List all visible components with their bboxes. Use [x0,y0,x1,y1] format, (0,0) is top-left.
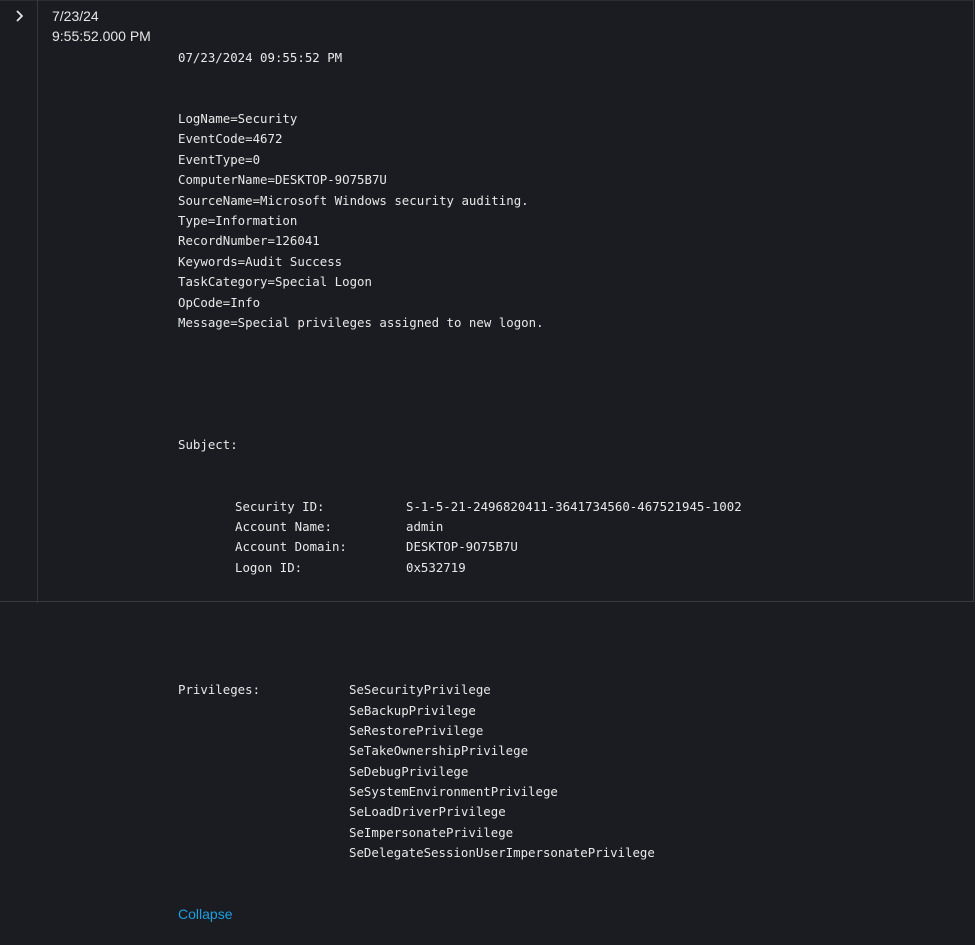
privilege-row: SeTakeOwnershipPrivilege [178,741,742,761]
event-field: Type=Information [178,212,298,228]
collapse-link[interactable]: Collapse [178,904,742,924]
subject-field-value: S-1-5-21-2496820411-3641734560-467521945… [406,498,742,514]
subject-field-value: DESKTOP-9O75B7U [406,539,518,555]
privilege-item: SeSecurityPrivilege [349,682,491,698]
privilege-row: SeDebugPrivilege [178,762,742,782]
event-time-of-day: 9:55:52.000 PM [52,28,151,44]
subject-field-key: Security ID: [235,498,325,514]
event-time: 7/23/24 9:55:52.000 PM [52,6,172,46]
privileges-label-spacer [178,843,349,863]
privilege-item: SeRestorePrivilege [349,722,484,738]
subject-field-row: Security ID: S-1-5-21-2496820411-36417345… [178,497,742,517]
subject-field-key: Account Name: [235,518,332,534]
event-field: EventType=0 [178,151,261,167]
subject-field-key: Account Domain: [235,539,347,555]
event-field: LogName=Security [178,111,298,127]
event-field: Message=Special privileges assigned to n… [178,314,544,330]
subject-field-row: Logon ID: 0x532719 [178,558,742,578]
privileges-label-spacer [178,701,349,721]
subject-field-row: Account Name: admin [178,517,742,537]
privileges-label-spacer [178,721,349,741]
privilege-row: SeBackupPrivilege [178,701,742,721]
privilege-item: SeLoadDriverPrivilege [349,804,506,820]
privileges-label-spacer [178,762,349,782]
privilege-item: SeImpersonatePrivilege [349,824,514,840]
privileges-label-spacer [178,782,349,802]
privilege-row: SeSystemEnvironmentPrivilege [178,782,742,802]
event-date: 7/23/24 [52,8,99,24]
privileges-label: Privileges: [178,682,261,698]
subject-field-row: Account Domain: DESKTOP-9O75B7U [178,537,742,557]
subject-field-value: admin [406,518,444,534]
privilege-row: SeLoadDriverPrivilege [178,802,742,822]
event-field: EventCode=4672 [178,131,283,147]
privilege-item: SeTakeOwnershipPrivilege [349,743,529,759]
privileges-list: Privileges: SeSecurityPrivilege SeBackupPr… [178,680,742,864]
privilege-item: SeDebugPrivilege [349,763,469,779]
privilege-row: SeDelegateSessionUserImpersonatePrivileg… [178,843,742,863]
event-field: Keywords=Audit Success [178,253,343,269]
event-field: SourceName=Microsoft Windows security au… [178,192,529,208]
privileges-label-spacer [178,823,349,843]
expand-row-button[interactable] [12,8,28,24]
subject-label: Subject: [178,437,238,453]
privilege-item: SeSystemEnvironmentPrivilege [349,784,558,800]
event-field: RecordNumber=126041 [178,233,320,249]
privileges-label-spacer [178,741,349,761]
privileges-label-spacer [178,802,349,822]
chevron-right-icon [16,10,23,22]
privilege-item: SeDelegateSessionUserImpersonatePrivileg… [349,845,655,861]
event-fields: LogName=Security EventCode=4672 EventType=… [178,109,742,333]
subject-field-value: 0x532719 [406,559,466,575]
event-raw-text: 07/23/2024 09:55:52 PM LogName=Security E… [178,7,742,945]
subject-fields: Security ID: S-1-5-21-2496820411-36417345… [178,497,742,579]
privilege-row: SeImpersonatePrivilege [178,823,742,843]
subject-field-key: Logon ID: [235,559,303,575]
event-field: OpCode=Info [178,294,261,310]
privilege-row: SeRestorePrivilege [178,721,742,741]
expand-column [0,0,38,603]
privilege-item: SeBackupPrivilege [349,702,476,718]
privilege-row: Privileges: SeSecurityPrivilege [178,680,742,700]
event-timestamp: 07/23/2024 09:55:52 PM [178,49,343,65]
event-field: ComputerName=DESKTOP-9O75B7U [178,172,387,188]
event-field: TaskCategory=Special Logon [178,274,372,290]
